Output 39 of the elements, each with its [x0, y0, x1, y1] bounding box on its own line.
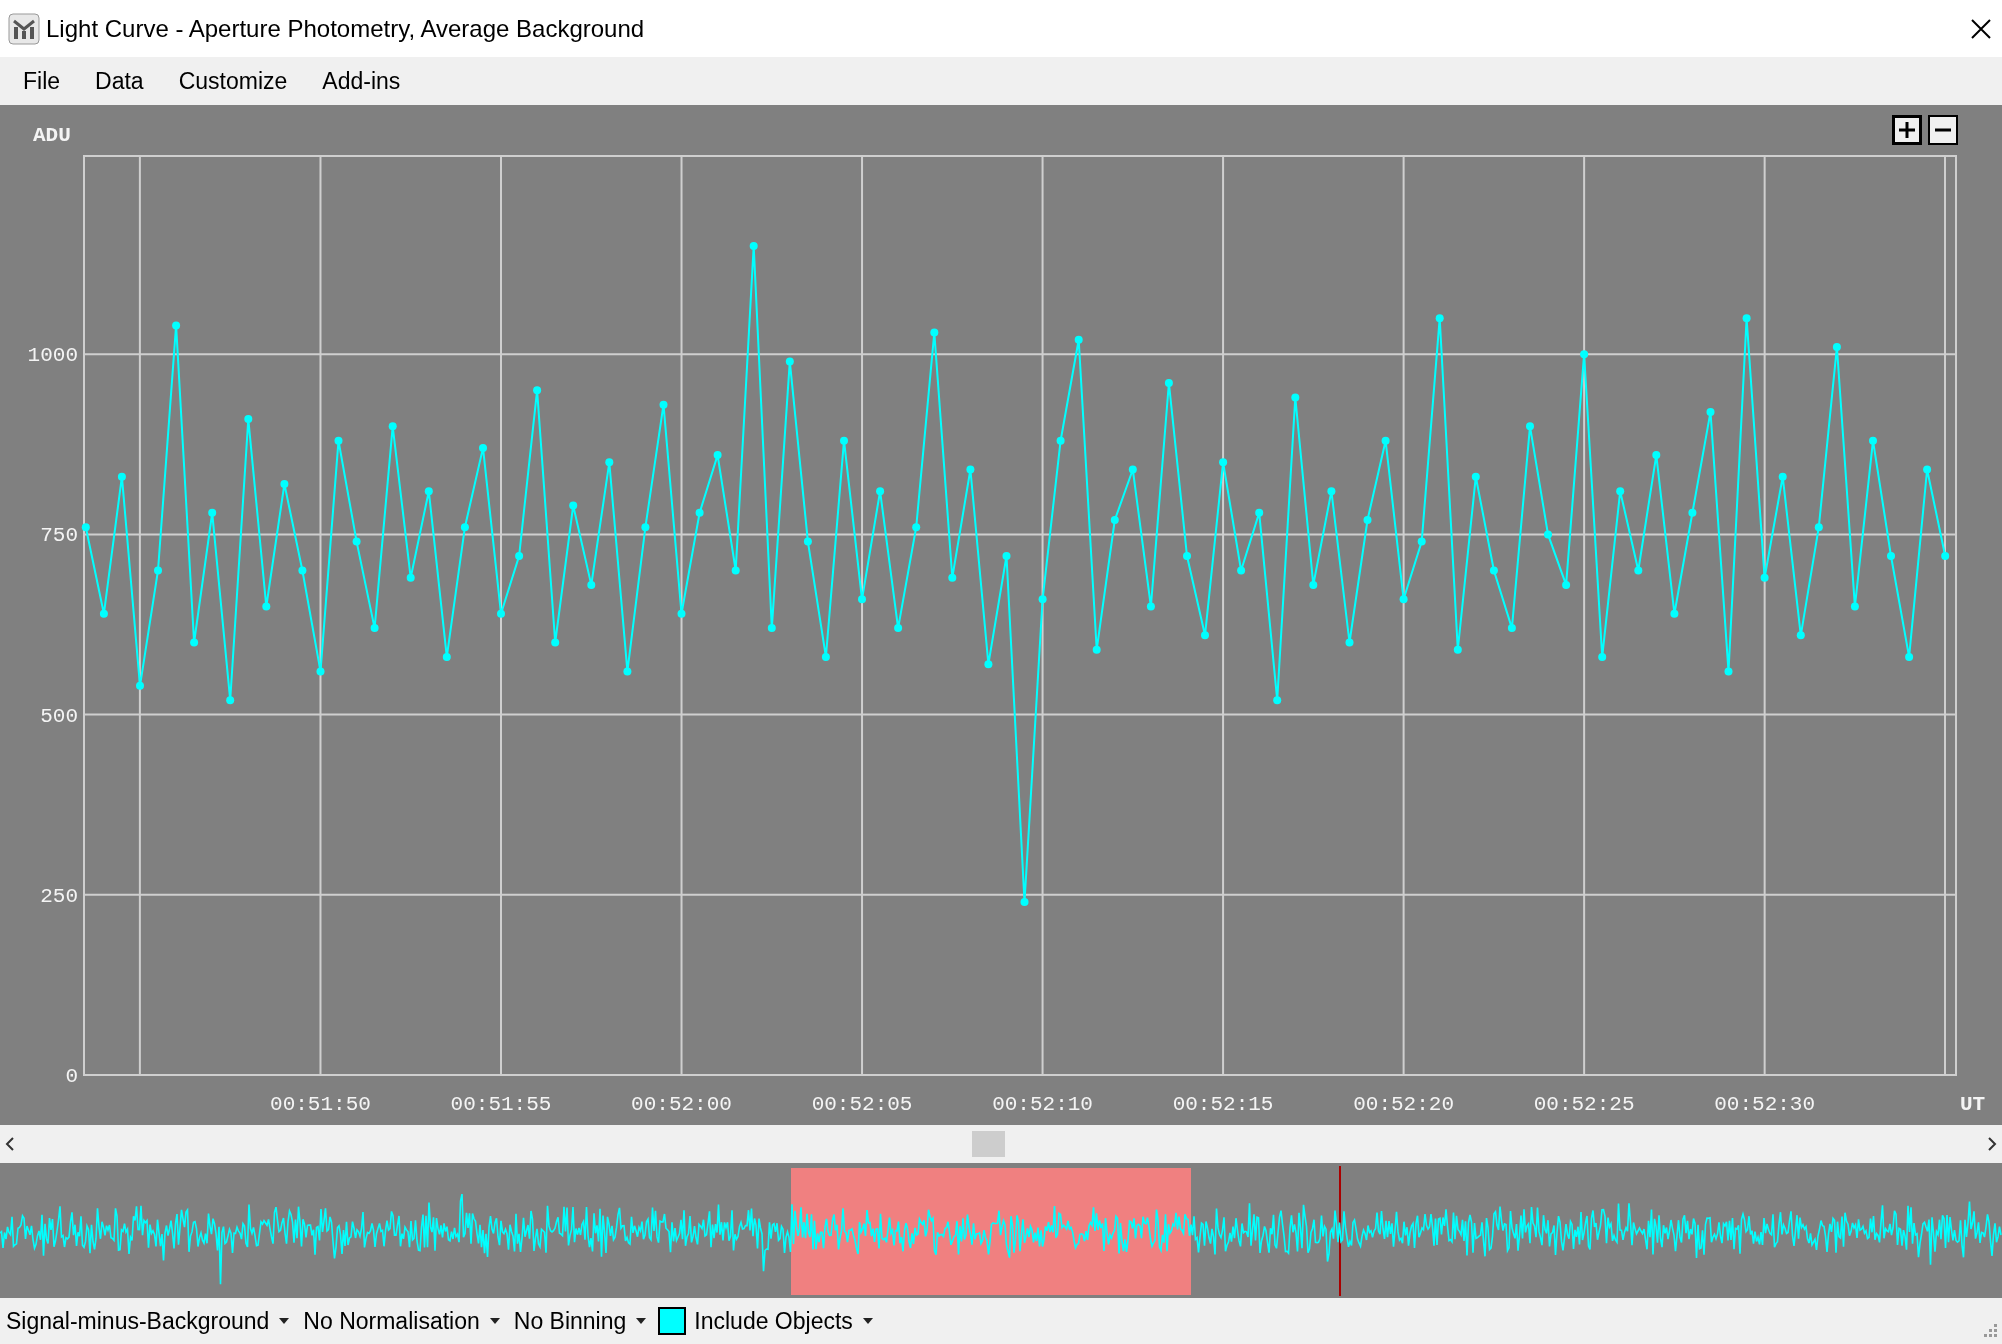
scrollbar-thumb[interactable] [972, 1131, 1005, 1157]
menu-item[interactable]: File [12, 63, 67, 99]
y-axis-tick-label: 1000 [27, 344, 78, 368]
x-axis-tick-label: 00:52:10 [992, 1093, 1093, 1116]
x-axis-tick-label: 00:51:50 [270, 1093, 371, 1116]
scroll-left-icon[interactable] [4, 1136, 16, 1152]
dropdown[interactable]: No Binning [511, 1305, 649, 1337]
dropdown[interactable]: Include Objects [692, 1305, 875, 1337]
zoom-in-button[interactable] [1892, 115, 1922, 145]
y-axis-tick-label: 250 [40, 884, 78, 908]
x-axis-title: UT [1960, 1093, 1986, 1116]
y-axis-title: ADU [33, 124, 71, 147]
x-axis-tick-label: 00:51:55 [450, 1093, 552, 1116]
menu-item[interactable]: Add-ins [311, 63, 407, 99]
dropdown[interactable]: Signal-minus-Background [4, 1305, 292, 1337]
color-swatch[interactable] [658, 1307, 687, 1335]
dropdown[interactable]: No Normalisation [301, 1305, 502, 1337]
caret-icon [636, 1318, 647, 1324]
menu-item[interactable]: Customize [167, 63, 294, 99]
menu-item[interactable]: Data [84, 63, 150, 99]
plus-icon [1898, 121, 1916, 139]
caret-icon [489, 1318, 500, 1324]
y-axis-tick-label: 0 [65, 1065, 78, 1088]
x-axis-tick-label: 00:52:00 [631, 1093, 732, 1116]
close-icon[interactable] [1970, 17, 1992, 40]
minus-icon [1934, 128, 1952, 132]
caret-icon [862, 1318, 873, 1324]
x-axis-tick-label: 00:52:25 [1533, 1093, 1635, 1116]
app-logo-icon [8, 12, 40, 45]
x-axis-tick-label: 00:52:05 [811, 1093, 913, 1116]
x-axis-tick-label: 00:52:15 [1172, 1093, 1274, 1116]
y-axis-tick-label: 500 [40, 704, 78, 728]
x-axis-tick-label: 00:52:20 [1353, 1093, 1454, 1116]
y-axis-tick-label: 750 [40, 524, 78, 548]
caret-icon [279, 1318, 290, 1324]
scroll-right-icon[interactable] [1986, 1136, 1998, 1152]
window-title: Light Curve - Aperture Photometry, Average Background [46, 14, 646, 43]
zoom-out-button[interactable] [1928, 115, 1958, 145]
x-axis-tick-label: 00:52:30 [1714, 1093, 1816, 1116]
